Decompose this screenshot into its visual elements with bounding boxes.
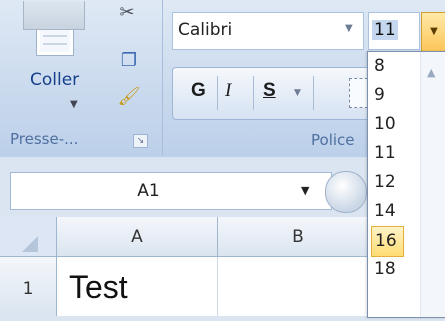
name-box-value[interactable]: A1 <box>11 181 286 201</box>
font-group-label: Police <box>311 131 355 149</box>
size-option[interactable]: 8 <box>371 52 404 81</box>
chevron-down-icon[interactable]: ▼ <box>70 99 78 110</box>
font-name-combo[interactable]: Calibri ▼ <box>172 12 364 50</box>
font-size-combo[interactable]: 11 <box>368 12 420 50</box>
scroll-up-icon[interactable]: ▲ <box>427 66 435 79</box>
size-option[interactable]: 14 <box>371 197 404 226</box>
font-size-dropdown-button[interactable]: ▼ <box>421 12 445 52</box>
divider <box>217 76 218 110</box>
clipboard-group-label: Presse-... <box>10 130 79 148</box>
font-name-value: Calibri <box>178 20 233 40</box>
name-box[interactable]: A1 ▼ <box>10 172 332 210</box>
paintbrush-icon[interactable]: 🖌 <box>116 84 142 110</box>
dialog-launcher-icon[interactable]: ↘ <box>133 134 148 148</box>
size-option[interactable]: 12 <box>371 168 404 197</box>
size-option[interactable]: 9 <box>371 81 404 110</box>
paste-label: Coller <box>30 70 80 90</box>
cell-a1-value: Test <box>69 269 128 305</box>
size-option[interactable]: 10 <box>371 110 404 139</box>
chevron-down-icon[interactable]: ▼ <box>301 184 309 197</box>
size-option[interactable]: 18 <box>371 255 404 284</box>
column-header-a[interactable]: A <box>57 217 218 257</box>
size-option[interactable]: 11 <box>371 139 404 168</box>
scissors-icon[interactable]: ✂ <box>114 0 140 26</box>
copy-icon[interactable]: ❐ <box>116 48 142 74</box>
font-size-value[interactable]: 11 <box>372 20 398 40</box>
clipboard-paste-icon <box>23 1 85 56</box>
row-header-1[interactable]: 1 <box>0 257 57 316</box>
italic-button[interactable]: I <box>225 80 231 102</box>
divider <box>253 76 254 110</box>
bold-button[interactable]: G <box>191 80 206 102</box>
scrollbar[interactable]: ▲ <box>420 52 445 317</box>
insert-function-button[interactable] <box>325 171 367 213</box>
size-option-selected[interactable]: 16 <box>371 226 404 257</box>
cell-a1[interactable]: Test <box>57 257 218 316</box>
format-buttons: G I S ▼ <box>172 67 374 120</box>
font-size-list[interactable]: 8 9 10 11 12 14 16 18 ▲ <box>367 51 445 318</box>
divider <box>313 76 314 110</box>
paste-button[interactable]: Coller ▼ <box>12 0 100 123</box>
chevron-down-icon[interactable]: ▼ <box>294 88 301 98</box>
underline-button[interactable]: S <box>263 80 276 102</box>
column-header-b[interactable]: B <box>218 217 379 257</box>
select-all-icon <box>22 236 38 252</box>
chevron-down-icon[interactable]: ▼ <box>345 23 353 34</box>
clipboard-group: Coller ▼ ✂ ❐ 🖌 Presse-... ↘ <box>0 0 163 155</box>
